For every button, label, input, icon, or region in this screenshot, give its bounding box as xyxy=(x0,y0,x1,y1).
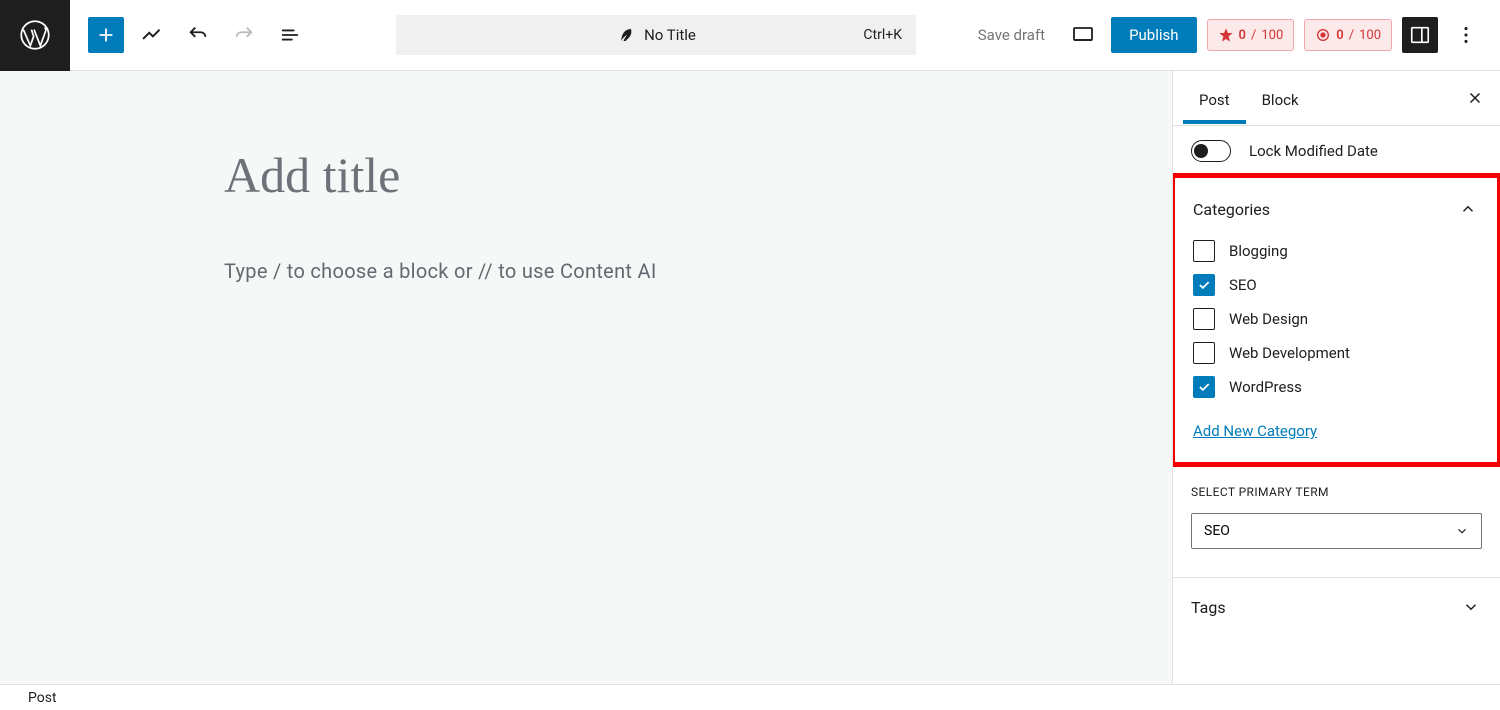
tags-title: Tags xyxy=(1191,598,1226,617)
chevron-up-icon xyxy=(1457,198,1479,220)
chevron-down-icon xyxy=(1460,596,1482,618)
breadcrumb[interactable]: Post xyxy=(0,684,1500,710)
primary-term-select[interactable]: SEO xyxy=(1191,513,1482,549)
category-checkbox[interactable] xyxy=(1193,274,1215,296)
document-overview-icon[interactable] xyxy=(272,17,308,53)
category-label: Web Development xyxy=(1229,344,1350,362)
seo-icon xyxy=(1218,27,1234,43)
chevron-down-icon xyxy=(1455,524,1469,538)
settings-sidebar: Post Block Lock Modified Date Categories… xyxy=(1172,71,1500,684)
primary-term-value: SEO xyxy=(1204,523,1230,539)
tab-block[interactable]: Block xyxy=(1246,74,1315,123)
category-label: Blogging xyxy=(1229,242,1288,260)
top-toolbar: No Title Ctrl+K Save draft Publish 0 / 1… xyxy=(0,0,1500,71)
main-area: Add title Type / to choose a block or //… xyxy=(0,71,1500,684)
sidebar-tabs: Post Block xyxy=(1173,71,1500,126)
post-title-input[interactable]: Add title xyxy=(224,146,964,204)
category-label: SEO xyxy=(1229,276,1257,294)
publish-button[interactable]: Publish xyxy=(1111,17,1196,53)
category-item: WordPress xyxy=(1193,376,1479,398)
lock-modified-label: Lock Modified Date xyxy=(1249,142,1378,160)
command-bar[interactable]: No Title Ctrl+K xyxy=(396,15,916,55)
feather-icon xyxy=(616,26,634,44)
more-options-button[interactable] xyxy=(1448,17,1484,53)
editor-canvas[interactable]: Add title Type / to choose a block or //… xyxy=(0,71,1172,684)
seo-score-pill-2[interactable]: 0 / 100 xyxy=(1304,19,1392,51)
primary-term-label: SELECT PRIMARY TERM xyxy=(1191,485,1482,499)
categories-panel: Categories Blogging SEO Web Design Web Deve… xyxy=(1172,173,1500,467)
preview-button[interactable] xyxy=(1065,17,1101,53)
categories-panel-header[interactable]: Categories xyxy=(1193,196,1479,220)
target-icon xyxy=(1315,27,1331,43)
category-checkbox[interactable] xyxy=(1193,376,1215,398)
undo-icon[interactable] xyxy=(180,17,216,53)
category-checkbox[interactable] xyxy=(1193,240,1215,262)
redo-icon[interactable] xyxy=(226,17,262,53)
close-sidebar-button[interactable] xyxy=(1460,83,1490,113)
category-item: Web Design xyxy=(1193,308,1479,330)
add-new-category-link[interactable]: Add New Category xyxy=(1193,422,1317,440)
lock-modified-row: Lock Modified Date xyxy=(1173,126,1500,176)
content-placeholder[interactable]: Type / to choose a block or // to use Co… xyxy=(224,259,964,283)
primary-term-section: SELECT PRIMARY TERM SEO xyxy=(1173,467,1500,578)
lock-modified-toggle[interactable] xyxy=(1191,140,1231,162)
seo-score-pill-1[interactable]: 0 / 100 xyxy=(1207,19,1295,51)
tags-panel-header[interactable]: Tags xyxy=(1173,578,1500,636)
category-item: Blogging xyxy=(1193,240,1479,262)
tools-icon[interactable] xyxy=(134,17,170,53)
categories-list: Blogging SEO Web Design Web Development Word… xyxy=(1193,240,1479,398)
category-checkbox[interactable] xyxy=(1193,308,1215,330)
save-draft-button[interactable]: Save draft xyxy=(968,20,1055,50)
category-label: WordPress xyxy=(1229,378,1302,396)
category-label: Web Design xyxy=(1229,310,1308,328)
wordpress-logo[interactable] xyxy=(0,0,70,71)
settings-panel-toggle[interactable] xyxy=(1402,17,1438,53)
command-shortcut: Ctrl+K xyxy=(863,27,902,43)
command-title: No Title xyxy=(644,26,696,44)
category-checkbox[interactable] xyxy=(1193,342,1215,364)
add-block-button[interactable] xyxy=(88,17,124,53)
tab-post[interactable]: Post xyxy=(1183,74,1246,123)
category-item: Web Development xyxy=(1193,342,1479,364)
categories-title: Categories xyxy=(1193,200,1270,219)
category-item: SEO xyxy=(1193,274,1479,296)
